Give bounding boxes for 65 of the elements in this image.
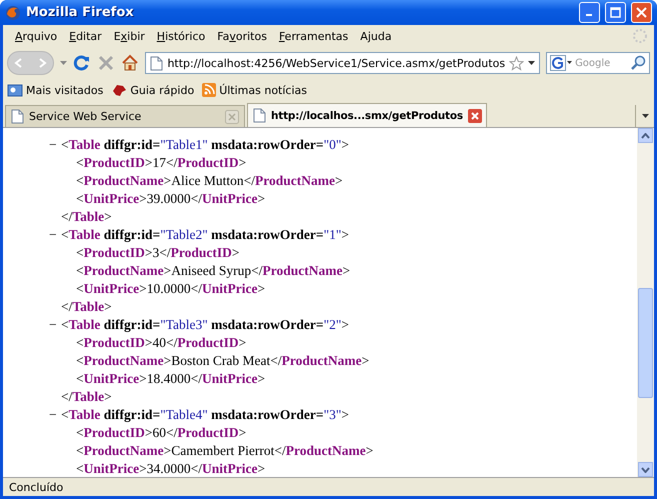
browser-tab[interactable]: http://localhos...smx/getProdutos: [247, 103, 487, 127]
xml-line: <UnitPrice>34.0000</UnitPrice>: [76, 461, 266, 477]
xml-line: </Table>: [61, 299, 112, 315]
page-icon: [253, 108, 266, 123]
collapse-toggle[interactable]: −: [49, 317, 61, 333]
search-engine-icon[interactable]: [550, 55, 572, 71]
xml-line: <Table diffgr:id="Table4" msdata:rowOrder="3">: [61, 407, 350, 423]
status-text: Concluído: [9, 480, 64, 494]
caret-icon: [642, 114, 648, 118]
page-icon: [11, 109, 24, 124]
close-icon: [636, 7, 647, 18]
xml-line: <UnitPrice>39.0000</UnitPrice>: [76, 191, 266, 207]
close-tab-icon[interactable]: [468, 108, 482, 122]
history-dropdown-icon[interactable]: [60, 61, 68, 65]
browser-tab[interactable]: Service Web Service: [5, 105, 245, 127]
xml-line: <Table diffgr:id="Table2" msdata:rowOrder="1">: [61, 227, 350, 243]
menu-item[interactable]: Exibir: [108, 28, 151, 44]
star-icon[interactable]: [509, 56, 524, 70]
close-button[interactable]: [631, 2, 652, 23]
search-bar[interactable]: Google: [546, 52, 650, 74]
xml-line: </Table>: [61, 389, 112, 405]
xml-line: <ProductID>3</ProductID>: [76, 245, 240, 261]
search-icon[interactable]: [630, 55, 646, 71]
scroll-thumb[interactable]: [638, 288, 653, 398]
menu-item[interactable]: Histórico: [150, 28, 212, 44]
menu-item[interactable]: Favoritos: [211, 28, 273, 44]
maximize-icon: [610, 7, 621, 18]
scrollbar[interactable]: [637, 128, 654, 477]
minimize-button[interactable]: [579, 2, 600, 23]
rss-icon: [202, 83, 216, 97]
xml-line: <ProductName>Boston Crab Meat</ProductName>: [76, 353, 370, 369]
xml-line: <ProductName>Alice Mutton</ProductName>: [76, 173, 343, 189]
address-bar[interactable]: http://localhost:4256/WebService1/Service.asmx/getProdutos: [145, 52, 540, 74]
animal-head-icon: [111, 83, 128, 97]
xml-line: <UnitPrice>18.4000</UnitPrice>: [76, 371, 266, 387]
reload-icon[interactable]: [73, 54, 92, 72]
xml-line: <ProductName>Camembert Pierrot</ProductName>: [76, 443, 374, 459]
menu-item[interactable]: Ajuda: [354, 28, 398, 44]
throbber-icon: [632, 28, 648, 44]
page-icon: [150, 56, 164, 70]
collapse-toggle[interactable]: −: [49, 407, 61, 423]
xml-line: <ProductID>17</ProductID>: [76, 155, 246, 171]
xml-line: <Table diffgr:id="Table1" msdata:rowOrder="0">: [61, 137, 350, 153]
home-icon[interactable]: [121, 54, 140, 72]
menu-item[interactable]: Ferramentas: [272, 28, 354, 44]
xml-line: <ProductName>Aniseed Syrup</ProductName>: [76, 263, 350, 279]
xml-line: <UnitPrice>10.0000</UnitPrice>: [76, 281, 266, 297]
window-title: Mozilla Firefox: [26, 5, 135, 20]
folder-icon: [7, 83, 23, 97]
xml-line: <ProductID>60</ProductID>: [76, 425, 246, 441]
scroll-down-icon[interactable]: [638, 462, 653, 477]
menu-item[interactable]: Editar: [63, 28, 108, 44]
scroll-up-icon[interactable]: [638, 128, 653, 143]
menu-item[interactable]: Arquivo: [9, 28, 64, 44]
dropdown-icon[interactable]: [528, 61, 536, 65]
collapse-toggle[interactable]: −: [49, 137, 61, 153]
bookmark-link[interactable]: Guia rápido: [130, 84, 194, 96]
xml-line: <Table diffgr:id="Table3" msdata:rowOrder="2">: [61, 317, 350, 333]
xml-line: </Table>: [61, 209, 112, 225]
bookmark-link[interactable]: Mais visitados: [26, 84, 104, 96]
xml-line: <ProductID>40</ProductID>: [76, 335, 246, 351]
browser-logo-icon: [5, 4, 21, 20]
collapse-toggle[interactable]: −: [49, 227, 61, 243]
bookmark-link[interactable]: Últimas notícias: [219, 84, 307, 96]
maximize-button[interactable]: [605, 2, 626, 23]
